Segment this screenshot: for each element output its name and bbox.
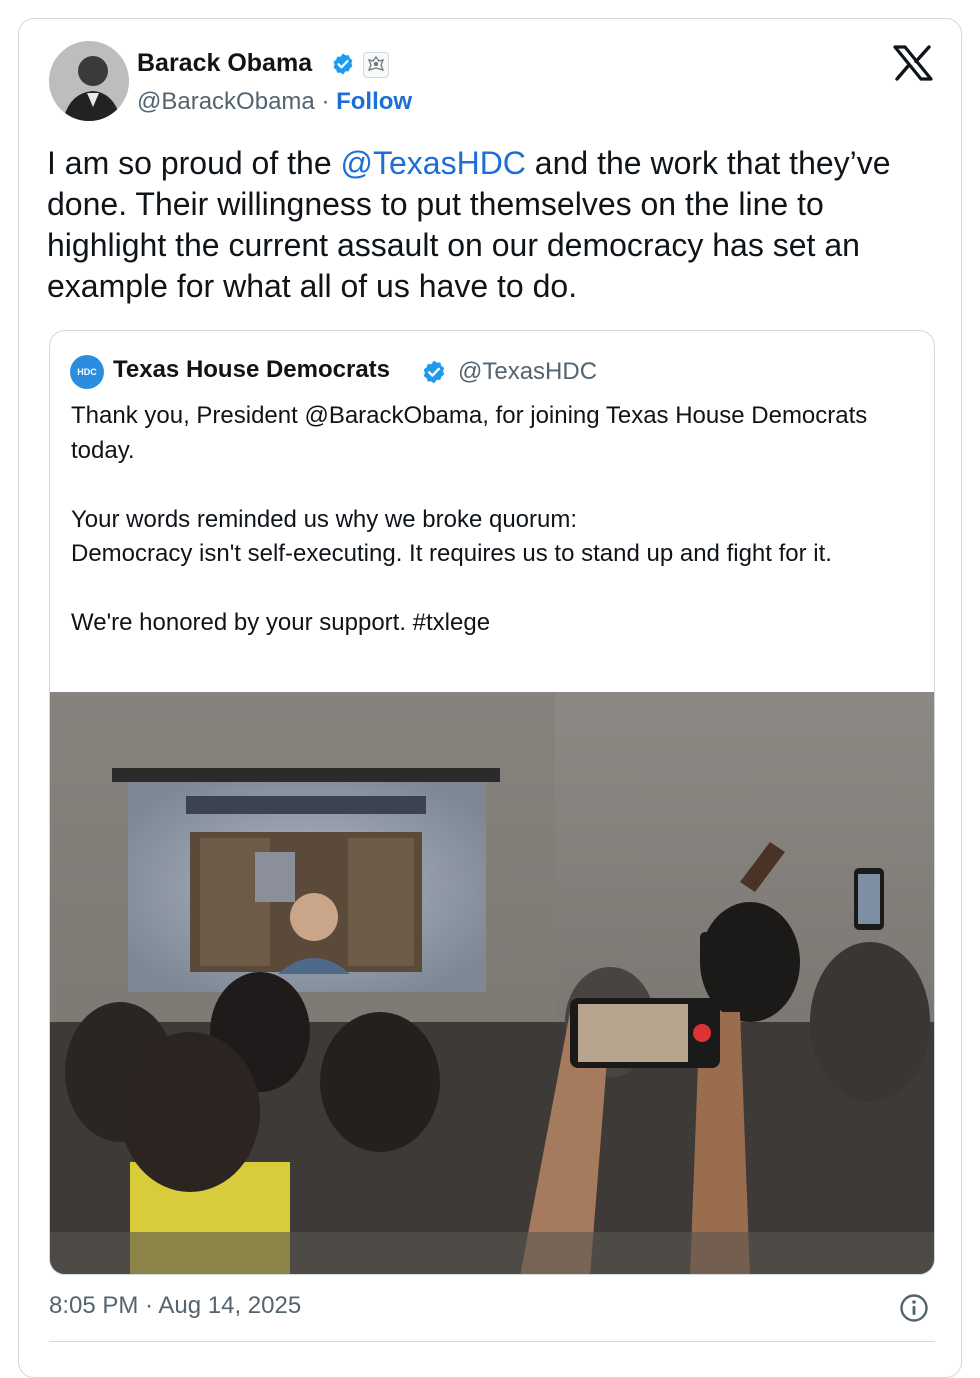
tweet-card: Barack Obama @BarackObama · Follow I am … <box>18 18 962 1378</box>
author-avatar[interactable] <box>49 41 129 121</box>
author-handle[interactable]: @BarackObama <box>137 88 315 115</box>
quoted-author-handle[interactable]: @TexasHDC <box>458 358 597 386</box>
mention-link[interactable]: @TexasHDC <box>341 145 526 181</box>
quoted-author-name[interactable]: Texas House Democrats <box>113 356 390 384</box>
author-name[interactable]: Barack Obama <box>137 49 312 78</box>
info-icon[interactable] <box>899 1293 929 1323</box>
quoted-photo[interactable] <box>50 692 934 1274</box>
tweet-text: I am so proud of the @TexasHDC and the w… <box>47 143 947 307</box>
tweet-text-part: I am so proud of the <box>47 145 341 181</box>
verified-badge-icon <box>333 53 353 75</box>
author-handle-row: @BarackObama · Follow <box>137 88 412 116</box>
quoted-tweet[interactable]: HDC Texas House Democrats @TexasHDC Than… <box>49 330 935 1275</box>
quoted-avatar[interactable]: HDC <box>70 355 104 389</box>
quoted-tweet-text: Thank you, President @BarackObama, for j… <box>71 402 868 636</box>
x-logo-icon[interactable] <box>893 45 933 81</box>
handle-separator: · <box>321 88 330 115</box>
quoted-avatar-text: HDC <box>77 367 97 377</box>
verified-badge-icon <box>423 360 445 384</box>
government-seal-icon <box>363 52 389 78</box>
follow-button[interactable]: Follow <box>336 88 412 115</box>
footer-divider <box>49 1341 935 1342</box>
tweet-timestamp[interactable]: 8:05 PM · Aug 14, 2025 <box>49 1292 301 1320</box>
